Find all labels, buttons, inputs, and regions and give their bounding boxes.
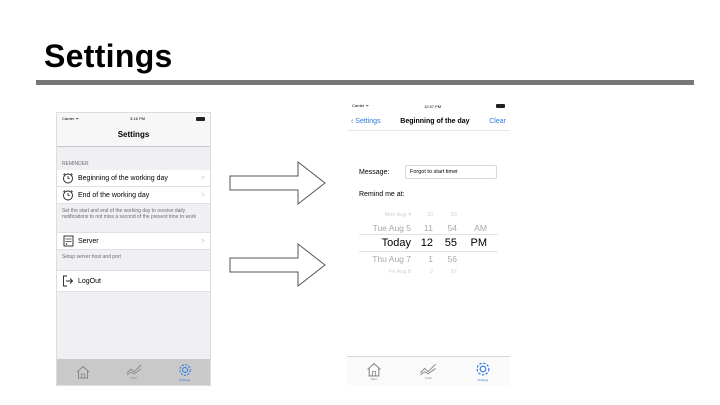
picker-minute: 55 (444, 237, 457, 249)
slide-title: Settings (44, 38, 173, 74)
chevron-right-icon: > (200, 191, 205, 199)
picker-row[interactable]: Mon Aug 4 10 53 (359, 208, 498, 221)
nav-title: Settings (57, 124, 210, 147)
back-button[interactable]: ‹ Settings (351, 118, 381, 125)
message-label: Message: (359, 168, 390, 176)
home-icon (76, 365, 89, 379)
tab-label: Chart (129, 376, 138, 380)
nav-bar: ‹ Settings Beginning of the day Clear (347, 112, 510, 131)
row-label: End of the working day (78, 191, 150, 199)
row-label: Server (78, 237, 99, 245)
server-footnote: Setup server host and port (62, 254, 121, 260)
picker-minute: 57 (450, 268, 457, 275)
arrow-right-icon (229, 160, 326, 206)
server-icon (62, 235, 74, 247)
status-time: 3:16 PM (130, 116, 145, 121)
chevron-right-icon: > (200, 174, 205, 182)
nav-title: Beginning of the day (400, 117, 470, 125)
message-row: Message: Forgot to start timer (359, 165, 498, 179)
title-divider (36, 80, 694, 85)
tab-bar: Main Chart Settings (347, 356, 510, 385)
tab-main[interactable] (75, 365, 91, 379)
reminder-detail-phone: Carrier ᯤ 12:57 PM ‹ Settings Beginning … (347, 100, 510, 385)
status-bar: Carrier ᯤ 3:16 PM (57, 113, 210, 124)
gear-icon (178, 364, 191, 376)
picker-selected-row[interactable]: Today 12 55 PM (359, 234, 498, 252)
carrier-label: Carrier ᯤ (62, 115, 79, 121)
logout-row[interactable]: LogOut (57, 270, 210, 292)
chart-icon (126, 364, 141, 376)
picker-ampm: AM (474, 222, 487, 233)
tab-main[interactable]: Main (365, 362, 383, 381)
tab-label: Settings (477, 378, 489, 382)
tab-settings[interactable]: Settings (474, 360, 492, 382)
picker-hour: 10 (426, 211, 433, 218)
picker-row[interactable]: Thu Aug 7 1 56 (359, 252, 498, 265)
tab-chart[interactable]: Chart (419, 363, 437, 380)
back-label: Settings (355, 117, 381, 125)
tab-chart[interactable]: Chart (126, 364, 142, 380)
end-of-day-row[interactable]: End of the working day > (57, 187, 210, 204)
settings-screen-phone: Carrier ᯤ 3:16 PM Settings REMINDER Begi… (56, 112, 211, 386)
carrier-label: Carrier ᯤ (352, 103, 369, 108)
row-label: Beginning of the working day (78, 174, 168, 182)
gear-icon (476, 362, 490, 376)
alarm-clock-icon (62, 189, 74, 201)
tab-settings[interactable]: Settings (177, 362, 193, 382)
status-time: 12:57 PM (423, 103, 442, 109)
picker-row[interactable]: Fri Aug 8 2 57 (359, 265, 498, 278)
home-icon (367, 362, 381, 376)
picker-minute: 56 (447, 253, 457, 264)
tab-label: Settings (179, 378, 190, 382)
picker-hour: 1 (428, 253, 433, 264)
logout-icon (62, 275, 74, 287)
picker-day: Mon Aug 4 (384, 211, 411, 218)
picker-ampm: PM (470, 237, 488, 249)
battery-icon (496, 104, 505, 108)
date-time-picker[interactable]: Mon Aug 4 10 53 Tue Aug 5 11 54 AM Today… (359, 208, 498, 276)
server-row[interactable]: Server > (57, 232, 210, 250)
picker-hour: 2 (429, 268, 433, 275)
tab-bar: Chart Settings (57, 359, 210, 385)
battery-icon (196, 116, 205, 121)
message-input[interactable]: Forgot to start timer (405, 165, 497, 179)
tab-label: Main (370, 376, 378, 381)
picker-row[interactable]: Tue Aug 5 11 54 AM (359, 221, 498, 234)
picker-hour: 11 (424, 222, 433, 233)
clear-button[interactable]: Clear (489, 118, 506, 125)
beginning-of-day-row[interactable]: Beginning of the working day > (57, 170, 210, 187)
picker-hour: 12 (420, 237, 433, 249)
picker-day: Fri Aug 8 (388, 268, 411, 275)
reminder-form: Message: Forgot to start timer Remind me… (347, 165, 510, 276)
picker-minute: 53 (450, 211, 457, 218)
tab-label: Chart (424, 375, 433, 380)
reminder-section-header: REMINDER (62, 161, 89, 167)
picker-minute: 54 (447, 222, 457, 233)
alarm-clock-icon (62, 172, 74, 184)
remind-me-label: Remind me at: (359, 191, 405, 198)
status-bar: Carrier ᯤ 12:57 PM (347, 100, 510, 112)
chart-icon (420, 363, 437, 375)
arrow-right-icon (229, 242, 326, 288)
picker-day: Tue Aug 5 (372, 222, 411, 233)
reminder-footnote: Set the start and end of the working day… (62, 208, 196, 220)
picker-day: Thu Aug 7 (372, 253, 411, 264)
chevron-right-icon: > (200, 237, 205, 245)
picker-day: Today (381, 237, 411, 249)
row-label: LogOut (78, 277, 101, 285)
